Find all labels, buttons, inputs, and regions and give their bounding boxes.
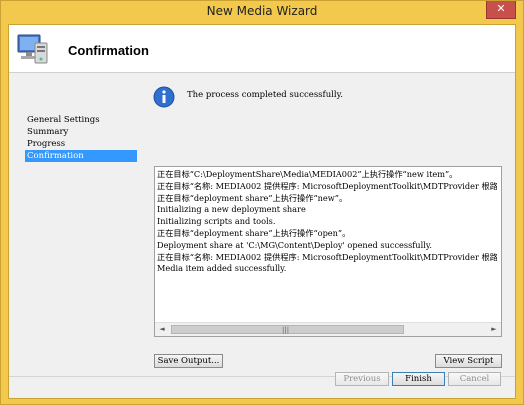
cancel-button[interactable]: Cancel xyxy=(448,372,501,386)
page-title: Confirmation xyxy=(68,43,149,58)
wizard-window: New Media Wizard ✕ Confirmation General … xyxy=(0,0,524,405)
log-line: 正在目标“C:\DeploymentShare\Media\MEDIA002”上… xyxy=(157,169,458,179)
wizard-steps-nav: General Settings Summary Progress Confir… xyxy=(9,74,141,376)
previous-button[interactable]: Previous xyxy=(335,372,389,386)
close-icon: ✕ xyxy=(496,2,506,15)
log-line: 正在目标“名称: MEDIA002 提供程序: MicrosoftDeploym… xyxy=(157,180,497,191)
log-line: Initializing scripts and tools. xyxy=(157,216,276,227)
info-icon xyxy=(153,86,175,108)
output-log[interactable]: 正在目标“C:\DeploymentShare\Media\MEDIA002”上… xyxy=(154,166,502,337)
scrollbar-thumb[interactable]: ||| xyxy=(171,325,404,334)
log-line: Deployment share at 'C:\MG\Content\Deplo… xyxy=(157,239,432,250)
finish-button[interactable]: Finish xyxy=(392,372,445,386)
step-summary[interactable]: Summary xyxy=(25,126,137,138)
grip-icon: ||| xyxy=(282,326,290,334)
log-line: 正在目标“deployment share”上执行操作“open”。 xyxy=(157,227,351,238)
wizard-client-area: Confirmation General Settings Summary Pr… xyxy=(8,24,516,399)
computer-icon xyxy=(17,34,48,64)
step-confirmation[interactable]: Confirmation xyxy=(25,150,137,162)
step-general-settings[interactable]: General Settings xyxy=(25,114,137,126)
log-line: 正在目标“名称: MEDIA002 提供程序: MicrosoftDeploym… xyxy=(157,251,497,262)
output-log-lines: 正在目标“C:\DeploymentShare\Media\MEDIA002”上… xyxy=(157,169,497,322)
wizard-header: Confirmation xyxy=(9,25,515,73)
scroll-right-icon[interactable]: ► xyxy=(487,323,501,336)
step-progress[interactable]: Progress xyxy=(25,138,137,150)
window-title: New Media Wizard xyxy=(206,4,318,18)
status-message: The process completed successfully. xyxy=(187,90,343,100)
title-bar[interactable]: New Media Wizard ✕ xyxy=(1,1,523,24)
view-script-button[interactable]: View Script xyxy=(435,354,502,368)
save-output-button[interactable]: Save Output... xyxy=(154,354,223,368)
close-button[interactable]: ✕ xyxy=(486,1,516,19)
scroll-left-icon[interactable]: ◄ xyxy=(155,323,169,336)
horizontal-scrollbar[interactable]: ◄ ||| ► xyxy=(155,322,501,336)
log-line: Media item added successfully. xyxy=(157,263,287,274)
wizard-content: The process completed successfully. 正在目标… xyxy=(141,74,515,376)
log-line: 正在目标“deployment share”上执行操作“new”。 xyxy=(157,192,348,203)
log-line: Initializing a new deployment share xyxy=(157,204,306,215)
